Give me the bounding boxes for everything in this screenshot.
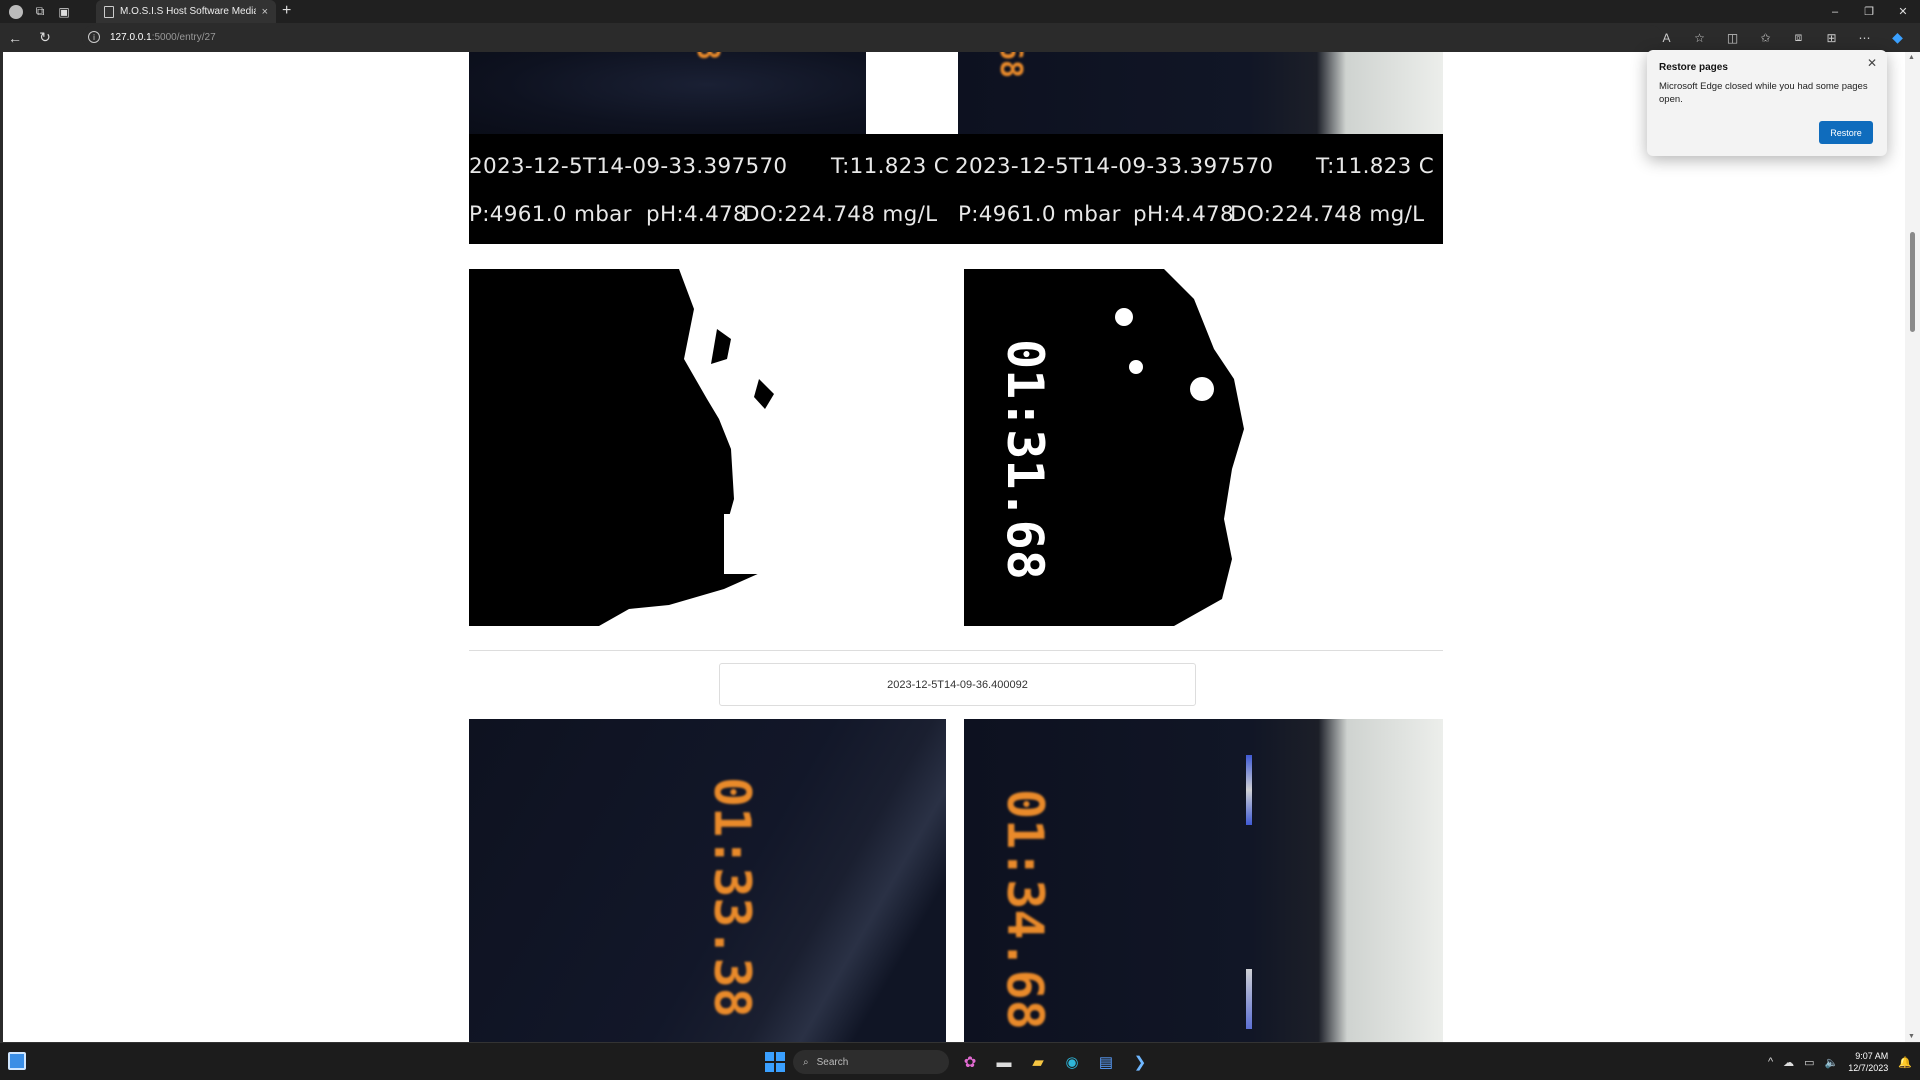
temperature-right: T:11.823 C xyxy=(1316,154,1435,179)
tray-overflow-icon[interactable]: ^ xyxy=(1768,1056,1773,1068)
start-menu-icon[interactable] xyxy=(765,1052,785,1072)
restore-pages-popup: Restore pages Microsoft Edge closed whil… xyxy=(1647,50,1887,156)
scroll-down-icon[interactable]: ▼ xyxy=(1908,1033,1915,1040)
sensor-metadata-band: 2023-12-5T14-09-33.397570 T:11.823 C 202… xyxy=(469,134,1443,244)
popup-title: Restore pages xyxy=(1659,62,1728,73)
edge-browser-icon[interactable]: ◉ xyxy=(1059,1049,1085,1075)
url-field[interactable]: i 127.0.0.1:5000/entry/27 xyxy=(82,25,1662,49)
search-placeholder: Search xyxy=(816,1056,849,1068)
temperature-left: T:11.823 C xyxy=(831,154,950,179)
powershell-icon[interactable]: ❯ xyxy=(1127,1049,1153,1075)
url-host: 127.0.0.1 xyxy=(110,31,152,43)
site-info-icon[interactable]: i xyxy=(88,31,100,43)
digit-readout: 01:31.68 xyxy=(996,339,1054,580)
extensions-icon[interactable]: ⊞ xyxy=(1815,23,1848,52)
threshold-image-right: 01:31.68 xyxy=(964,269,1443,626)
widgets-icon[interactable] xyxy=(8,1052,26,1070)
taskbar-clock[interactable]: 9:07 AM 12/7/2023 xyxy=(1848,1050,1888,1074)
ph-right: pH:4.478 xyxy=(1133,202,1235,227)
browser-title-bar: ⧉ ▣ M.O.S.I.S Host Software Media E × + … xyxy=(0,0,1920,23)
threshold-blob xyxy=(469,269,776,626)
taskbar-search[interactable]: ⌕ Search xyxy=(793,1050,949,1074)
favorites-icon[interactable]: ✩ xyxy=(1749,23,1782,52)
search-icon: ⌕ xyxy=(803,1056,809,1068)
popup-message: Microsoft Edge closed while you had some… xyxy=(1659,81,1868,105)
pressure-right: P:4961.0 mbar xyxy=(958,202,1121,227)
more-menu-icon[interactable]: ⋯ xyxy=(1848,23,1881,52)
back-icon[interactable]: ← xyxy=(0,26,30,50)
entry-divider xyxy=(469,650,1443,651)
digit-readout: 68 xyxy=(993,52,1028,79)
camera-image-left-top: 8 xyxy=(469,52,866,134)
digit-readout: 01:34.68 xyxy=(996,789,1054,1030)
collections-icon[interactable]: ⧈ xyxy=(1782,23,1815,52)
scroll-thumb[interactable] xyxy=(1910,232,1915,332)
browser-tools: A ☆ ◫ ✩ ⧈ ⊞ ⋯ ◆ xyxy=(1650,23,1914,52)
camera-image-right-top: 68 xyxy=(958,52,1443,134)
copilot-taskbar-icon[interactable]: ✿ xyxy=(957,1049,983,1075)
scroll-up-icon[interactable]: ▲ xyxy=(1908,54,1915,61)
timestamp-left: 2023-12-5T14-09-33.397570 xyxy=(469,154,788,179)
url-path: :5000/entry/27 xyxy=(151,31,216,43)
entry-timestamp-label: 2023-12-5T14-09-36.400092 xyxy=(719,663,1196,706)
page-viewport: 8 68 2023-12-5T14-09-33.397570 T:11.823 … xyxy=(0,52,1905,1042)
page-icon xyxy=(104,5,114,18)
do-left: DO:224.748 mg/L xyxy=(743,202,938,227)
phone-indicator-lights xyxy=(1246,755,1252,825)
page-scrollbar[interactable]: ▲ ▼ xyxy=(1905,52,1920,1042)
network-icon[interactable]: ▭ xyxy=(1804,1056,1814,1069)
task-view-icon[interactable]: ▬ xyxy=(991,1049,1017,1075)
volume-icon[interactable]: 🔈 xyxy=(1825,1056,1839,1069)
restore-button[interactable]: ❐ xyxy=(1852,0,1886,23)
camera-image-left: 01:33.38 xyxy=(469,719,946,1042)
windows-taskbar: ⌕ Search ✿ ▬ ▰ ◉ ▤ ❯ ^ ☁ ▭ 🔈 9:07 AM 12/… xyxy=(0,1042,1920,1080)
tab-title: M.O.S.I.S Host Software Media E xyxy=(120,6,256,17)
window-controls: – ❐ ✕ xyxy=(1818,0,1920,23)
camera-image-right: 01:34.68 xyxy=(964,719,1443,1042)
address-toolbar: ← ↻ i 127.0.0.1:5000/entry/27 A ☆ ◫ ✩ ⧈ … xyxy=(0,23,1920,52)
file-explorer-icon[interactable]: ▰ xyxy=(1025,1049,1051,1075)
restore-button[interactable]: Restore xyxy=(1819,121,1873,144)
digit-readout: 01:33.38 xyxy=(703,777,761,1018)
threshold-image-left xyxy=(469,269,946,626)
close-window-button[interactable]: ✕ xyxy=(1886,0,1920,23)
browser-tab[interactable]: M.O.S.I.S Host Software Media E × xyxy=(96,0,276,23)
tab-actions-icon[interactable]: ▣ xyxy=(56,4,72,20)
ph-left: pH:4.478 xyxy=(646,202,748,227)
clock-time: 9:07 AM xyxy=(1855,1051,1889,1061)
store-icon[interactable]: ▤ xyxy=(1093,1049,1119,1075)
favorite-star-icon[interactable]: ☆ xyxy=(1683,23,1716,52)
split-screen-icon[interactable]: ◫ xyxy=(1716,23,1749,52)
pressure-left: P:4961.0 mbar xyxy=(469,202,632,227)
read-aloud-icon[interactable]: A xyxy=(1650,23,1683,52)
phone-indicator-lights xyxy=(1246,969,1252,1029)
tab-close-icon[interactable]: × xyxy=(262,6,268,18)
minimize-button[interactable]: – xyxy=(1818,0,1852,23)
digit-readout: 8 xyxy=(690,52,725,60)
profile-icon[interactable] xyxy=(8,4,24,20)
new-tab-button[interactable]: + xyxy=(282,2,291,20)
notification-bell-icon[interactable]: 🔔 xyxy=(1898,1056,1912,1069)
refresh-icon[interactable]: ↻ xyxy=(30,26,60,50)
timestamp-right: 2023-12-5T14-09-33.397570 xyxy=(955,154,1274,179)
taskbar-center: ⌕ Search ✿ ▬ ▰ ◉ ▤ ❯ xyxy=(765,1048,1153,1076)
popup-close-icon[interactable]: ✕ xyxy=(1867,56,1877,70)
onedrive-icon[interactable]: ☁ xyxy=(1783,1056,1794,1069)
system-tray: ^ ☁ ▭ 🔈 9:07 AM 12/7/2023 🔔 xyxy=(1768,1043,1912,1081)
copilot-icon[interactable]: ◆ xyxy=(1881,23,1914,52)
clock-date: 12/7/2023 xyxy=(1848,1063,1889,1073)
workspaces-icon[interactable]: ⧉ xyxy=(32,4,48,20)
do-right: DO:224.748 mg/L xyxy=(1230,202,1425,227)
